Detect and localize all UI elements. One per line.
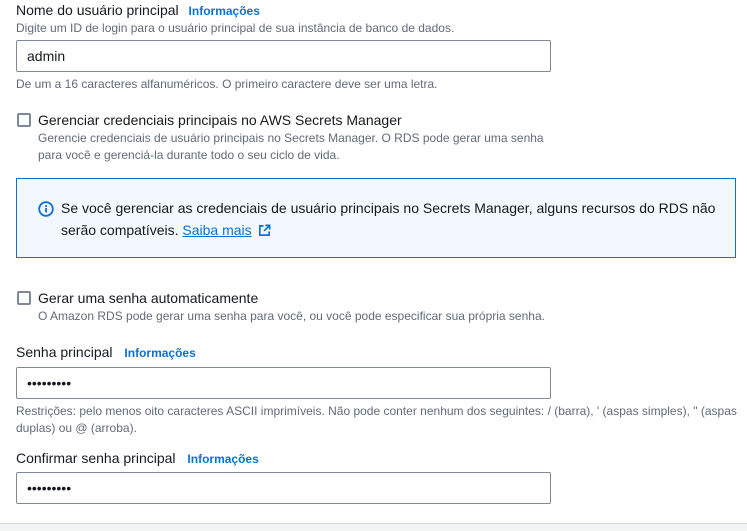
confirm-password-input[interactable]: ••••••••• xyxy=(16,472,551,504)
secrets-manager-description-1: Gerencie credenciais de usuário principa… xyxy=(38,131,544,145)
password-constraint-1: Restrições: pelo menos oito caracteres A… xyxy=(16,404,737,418)
password-info-link[interactable]: Informações xyxy=(124,346,195,360)
password-masked-value: ••••••••• xyxy=(27,375,72,391)
alert-message: Se você gerenciar as credenciais de usuá… xyxy=(61,197,731,243)
secrets-manager-label[interactable]: Gerenciar credenciais principais no AWS … xyxy=(38,111,402,129)
password-input[interactable]: ••••••••• xyxy=(16,367,551,399)
secrets-manager-description-2: para você e gerenciá-la durante todo o s… xyxy=(38,148,340,162)
password-label: Senha principal xyxy=(16,344,113,360)
alert-text-1: Se você gerenciar as credenciais de usuá… xyxy=(61,200,716,216)
username-value: admin xyxy=(27,48,66,64)
confirm-password-info-link[interactable]: Informações xyxy=(187,452,258,466)
learn-more-link[interactable]: Saiba mais xyxy=(182,222,251,238)
username-label-row: Nome do usuário principal Informações xyxy=(16,1,260,20)
password-constraint: Restrições: pelo menos oito caracteres A… xyxy=(16,403,741,437)
username-label: Nome do usuário principal xyxy=(16,2,179,18)
external-link-icon[interactable] xyxy=(258,221,271,243)
confirm-password-label-row: Confirmar senha principal Informações xyxy=(16,449,259,468)
username-input[interactable]: admin xyxy=(16,40,551,72)
auto-password-checkbox[interactable] xyxy=(17,291,31,305)
username-description: Digite um ID de login para o usuário pri… xyxy=(16,21,455,35)
confirm-password-label: Confirmar senha principal xyxy=(16,450,176,466)
info-circle-icon xyxy=(38,201,54,222)
auto-password-label[interactable]: Gerar uma senha automaticamente xyxy=(38,289,258,307)
secrets-manager-checkbox[interactable] xyxy=(17,113,31,127)
info-alert: Se você gerenciar as credenciais de usuá… xyxy=(16,178,736,258)
auto-password-description: O Amazon RDS pode gerar uma senha para v… xyxy=(38,309,545,323)
alert-text-2: serão compatíveis. xyxy=(61,222,179,238)
username-info-link[interactable]: Informações xyxy=(189,4,260,18)
password-label-row: Senha principal Informações xyxy=(16,343,196,362)
username-constraint: De um a 16 caracteres alfanuméricos. O p… xyxy=(16,77,438,91)
confirm-password-masked-value: ••••••••• xyxy=(27,480,72,496)
learn-more-text: Saiba mais xyxy=(182,222,252,238)
password-constraint-2: duplas) ou @ (arroba). xyxy=(16,421,137,435)
